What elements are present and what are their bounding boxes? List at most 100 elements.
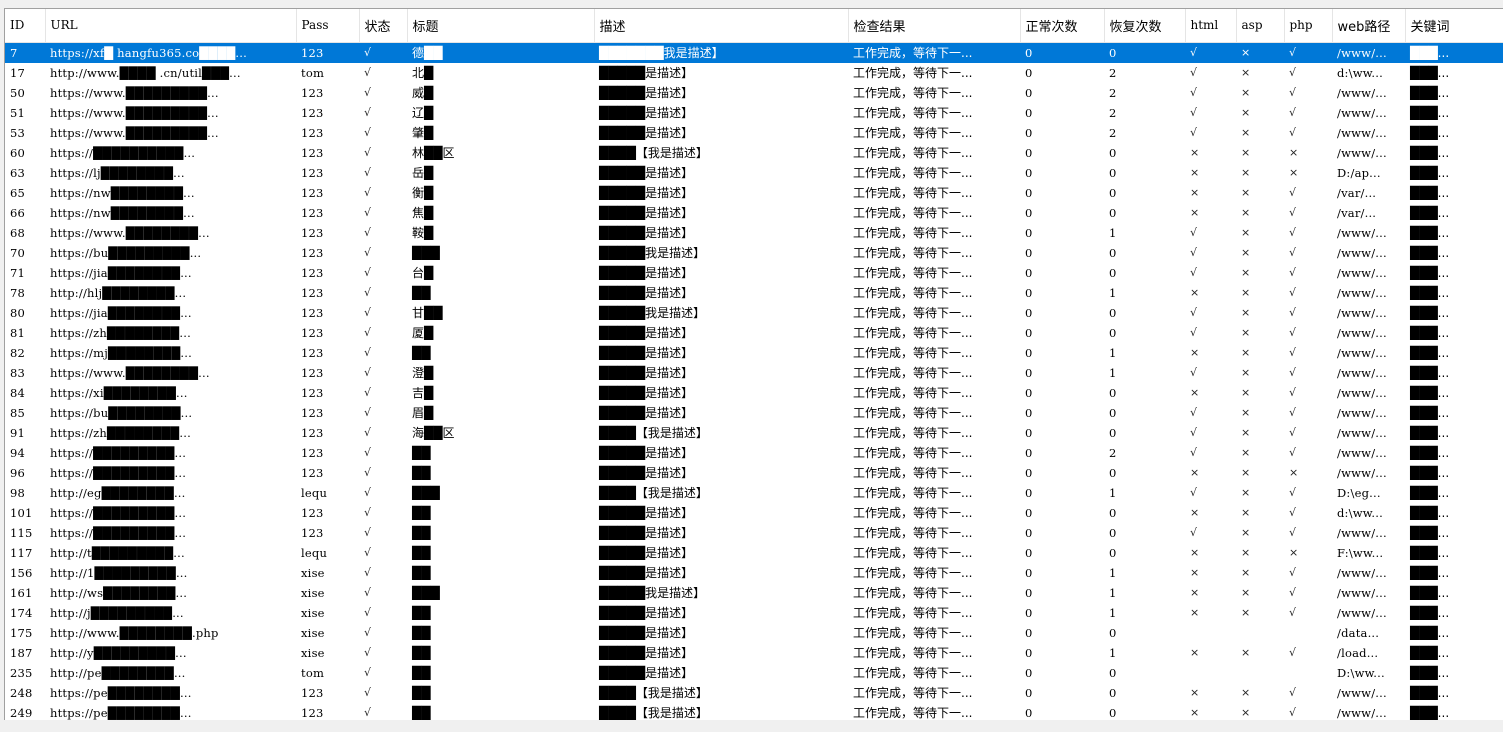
table-row[interactable]: 53 https://www.█████████... 123 √ 肇█ █████是描述… — [5, 123, 1503, 143]
cell-asp: × — [1241, 265, 1251, 279]
table-row[interactable]: 68 https://www.████████... 123 √ 鞍█ █████是描述】… — [5, 223, 1503, 243]
cell-path: /www/... — [1337, 345, 1387, 360]
table-row[interactable]: 71 https://jia████████... 123 √ 台█ █████是描述】 工… — [5, 263, 1503, 283]
cell-desc: █████是描述】 — [599, 65, 694, 80]
cell-php: √ — [1289, 265, 1297, 279]
table-row[interactable]: 17 http://www.████ .cn/util███... tom √ 北█ ██… — [5, 63, 1503, 83]
cell-path: /www/... — [1337, 525, 1387, 540]
cell-php: √ — [1289, 305, 1297, 319]
table-row[interactable]: 70 https://bu█████████... 123 √ ███ █████我是描述… — [5, 243, 1503, 263]
cell-result: 工作完成，等待下一... — [853, 145, 973, 160]
cell-recover: 1 — [1109, 485, 1117, 500]
column-header-title[interactable]: 标题 — [407, 9, 595, 43]
table-row[interactable]: 115 https://█████████... 123 √ ██ █████是描述】 工作… — [5, 523, 1503, 543]
table-row[interactable]: 50 https://www.█████████... 123 √ 威█ █████是描述… — [5, 83, 1503, 103]
table-row[interactable]: 98 http://eg████████... lequ √ ███ ████【我是描述】… — [5, 483, 1503, 503]
table-row[interactable]: 83 https://www.████████... 123 √ 澄█ █████是描述】… — [5, 363, 1503, 383]
table-row[interactable]: 82 https://mj████████... 123 √ ██ █████是描述】 工作… — [5, 343, 1503, 363]
table-row[interactable]: 249 https://pe████████... 123 √ ██ ████【我是描述】… — [5, 703, 1503, 722]
cell-normal: 0 — [1025, 585, 1033, 600]
cell-normal: 0 — [1025, 405, 1033, 420]
table-row[interactable]: 65 https://nw████████... 123 √ 衡█ █████是描述】 工作… — [5, 183, 1503, 203]
cell-html: √ — [1190, 405, 1198, 419]
table-row[interactable]: 81 https://zh████████... 123 √ 厦█ █████是描述】 工作… — [5, 323, 1503, 343]
cell-id: 161 — [10, 585, 33, 600]
table-row[interactable]: 117 http://t█████████... lequ √ ██ █████是描述】 工… — [5, 543, 1503, 563]
table-row[interactable]: 85 https://bu████████... 123 √ 眉█ █████是描述】 工作… — [5, 403, 1503, 423]
table-row[interactable]: 63 https://lj████████... 123 √ 岳█ █████是描述】 工作… — [5, 163, 1503, 183]
cell-kw: ███... — [1410, 145, 1450, 160]
cell-title: ███ — [412, 585, 440, 600]
cell-html: √ — [1190, 425, 1198, 439]
cell-url: https://xi████████... — [50, 385, 188, 400]
table-row[interactable]: 248 https://pe████████... 123 √ ██ ████【我是描述】… — [5, 683, 1503, 703]
column-header-result[interactable]: 检查结果 — [848, 9, 1021, 43]
cell-pass: tom — [301, 665, 325, 680]
column-header-id[interactable]: ID — [5, 9, 46, 43]
table-row[interactable]: 80 https://jia████████... 123 √ 甘██ █████我是描述… — [5, 303, 1503, 323]
cell-html: × — [1190, 465, 1200, 479]
column-header-desc[interactable]: 描述 — [594, 9, 849, 43]
column-header-asp[interactable]: asp — [1236, 9, 1285, 43]
cell-normal: 0 — [1025, 565, 1033, 580]
table-row[interactable]: 66 https://nw████████... 123 √ 焦█ █████是描述】 工作… — [5, 203, 1503, 223]
cell-pass: 123 — [301, 85, 324, 100]
table-row[interactable]: 60 https://██████████... 123 √ 林██区 ████【我是描述… — [5, 143, 1503, 163]
cell-url: https://██████████... — [50, 145, 196, 160]
column-header-status[interactable]: 状态 — [359, 9, 408, 43]
cell-result: 工作完成，等待下一... — [853, 485, 973, 500]
cell-asp: × — [1241, 705, 1251, 719]
results-list-view[interactable]: ID URL Pass 状态 标题 描述 检查结果 正常次数 恢复次数 html asp php web… — [4, 8, 1503, 721]
table-row[interactable]: 84 https://xi████████... 123 √ 吉█ █████是描述】 工作… — [5, 383, 1503, 403]
cell-pass: xise — [301, 565, 325, 580]
cell-pass: lequ — [301, 545, 328, 560]
cell-recover: 1 — [1109, 365, 1117, 380]
cell-pass: 123 — [301, 325, 324, 340]
column-header-pass[interactable]: Pass — [296, 9, 360, 43]
column-header-recover[interactable]: 恢复次数 — [1104, 9, 1186, 43]
cell-id: 248 — [10, 685, 33, 700]
column-header-normal[interactable]: 正常次数 — [1020, 9, 1105, 43]
cell-status: √ — [364, 165, 372, 179]
table-row[interactable]: 51 https://www.█████████... 123 √ 辽█ █████是描述… — [5, 103, 1503, 123]
cell-id: 71 — [10, 265, 26, 280]
table-row[interactable]: 235 http://pe████████... tom √ ██ █████是描述】 工作… — [5, 663, 1503, 683]
cell-path: F:\ww... — [1337, 545, 1384, 560]
cell-pass: 123 — [301, 305, 324, 320]
cell-kw: ███... — [1410, 225, 1450, 240]
cell-title: 台█ — [412, 265, 434, 280]
table-row[interactable]: 156 http://1█████████... xise √ ██ █████是描述】 工… — [5, 563, 1503, 583]
cell-pass: 123 — [301, 705, 324, 720]
table-row[interactable]: 161 http://ws████████... xise √ ███ █████我是描述… — [5, 583, 1503, 603]
cell-path: /www/... — [1337, 425, 1387, 440]
cell-normal: 0 — [1025, 65, 1033, 80]
table-row[interactable]: 94 https://█████████... 123 √ ██ █████是描述】 工作完… — [5, 443, 1503, 463]
table-row[interactable]: 96 https://█████████... 123 √ ██ █████是描述】 工作完… — [5, 463, 1503, 483]
cell-pass: 123 — [301, 525, 324, 540]
cell-title: 焦█ — [412, 205, 434, 220]
column-header-url[interactable]: URL — [45, 9, 297, 43]
column-header-path[interactable]: web路径 — [1332, 9, 1406, 43]
table-row[interactable]: 101 https://█████████... 123 √ ██ █████是描述】 工作… — [5, 503, 1503, 523]
cell-asp — [1236, 623, 1284, 643]
cell-path: D:/ap... — [1337, 165, 1381, 180]
table-row[interactable]: 175 http://www.████████.php xise √ ██ █████是描… — [5, 623, 1503, 643]
cell-title: ██ — [412, 625, 431, 640]
column-header-kw[interactable]: 关键词 — [1405, 9, 1503, 43]
table-row[interactable]: 174 http://j█████████... xise √ ██ █████是描述】 工… — [5, 603, 1503, 623]
cell-desc: █████是描述】 — [599, 505, 694, 520]
cell-status: √ — [364, 405, 372, 419]
table-row[interactable]: 91 https://zh████████... 123 √ 海██区 ████【我是描述… — [5, 423, 1503, 443]
column-header-html[interactable]: html — [1185, 9, 1237, 43]
cell-php: × — [1289, 465, 1299, 479]
cell-asp: × — [1241, 585, 1251, 599]
table-row[interactable]: 187 http://y█████████... xise √ ██ █████是描述】 工… — [5, 643, 1503, 663]
cell-desc: █████是描述】 — [599, 465, 694, 480]
table-row[interactable]: 78 http://hlj████████... 123 √ ██ █████是描述】 工作… — [5, 283, 1503, 303]
cell-title: ██ — [412, 665, 431, 680]
cell-html: × — [1190, 645, 1200, 659]
cell-recover: 0 — [1109, 625, 1117, 640]
table-row[interactable]: 7 https://xf█ hangfu365.co████... 123 √ 德██ █… — [5, 42, 1503, 63]
column-header-php[interactable]: php — [1284, 9, 1333, 43]
cell-id: 63 — [10, 165, 26, 180]
